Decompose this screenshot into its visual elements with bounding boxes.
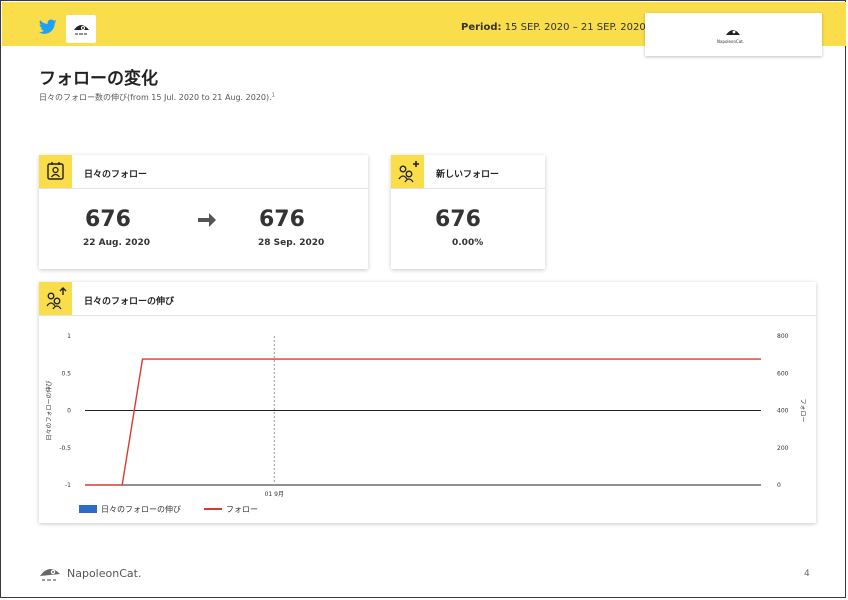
left-tick-label: -1 — [65, 482, 71, 489]
page-subtitle-text: 日々のフォロー数の伸び(from 15 Jul. 2020 to 21 Aug.… — [39, 93, 272, 102]
arrow-right-icon — [198, 213, 216, 227]
legend-label-growth: 日々のフォローの伸び — [101, 504, 181, 514]
legend-swatch-growth — [79, 505, 97, 513]
page-number: 4 — [804, 569, 810, 579]
right-axis-title: フォロー — [799, 398, 806, 422]
right-tick-label: 600 — [777, 370, 789, 377]
growth-chart: 01 9月10.50-0.5-18006004002000日々のフォローの伸びフ… — [45, 333, 806, 514]
right-tick-label: 400 — [777, 408, 789, 415]
napoleoncat-mini-icon — [74, 25, 89, 35]
footer-brand: NapoleonCat. — [67, 567, 142, 580]
daily-follow-card: 日々のフォロー 676 22 Aug. 2020 676 28 Sep. 202… — [39, 155, 368, 269]
left-tick-label: 0 — [67, 408, 71, 415]
left-tick-label: 1 — [67, 333, 71, 340]
daily-follow-title: 日々のフォロー — [84, 170, 148, 180]
end-follower-count: 676 — [259, 207, 305, 232]
client-logo-box: NapoleonCat. — [645, 13, 822, 56]
series-line-follow — [85, 358, 761, 486]
right-tick-label: 800 — [777, 333, 789, 340]
x-tick-label: 01 9月 — [265, 491, 284, 498]
right-tick-label: 0 — [777, 482, 781, 489]
new-follower-percent: 0.00% — [452, 238, 484, 248]
new-follow-card: 新しいフォロー 676 0.00% — [391, 155, 545, 269]
new-follower-count: 676 — [435, 207, 481, 232]
page-subtitle: 日々のフォロー数の伸び(from 15 Jul. 2020 to 21 Aug.… — [39, 92, 275, 103]
growth-chart-card: 日々のフォローの伸び 01 9月 1 0.5 0 -0.5 -1 800 600 400 200 0… — [39, 282, 816, 523]
twitter-icon — [39, 19, 57, 34]
start-follower-count: 676 — [85, 207, 131, 232]
right-tick-label: 200 — [777, 445, 789, 452]
napoleoncat-footer-icon — [40, 568, 60, 581]
profile-card-icon — [39, 155, 72, 188]
footnote-marker: 1 — [271, 92, 275, 99]
left-axis-title: 日々のフォローの伸び — [45, 380, 53, 440]
page-title: フォローの変化 — [39, 69, 158, 89]
start-date: 22 Aug. 2020 — [83, 238, 151, 248]
period-value: 15 SEP. 2020 – 21 SEP. 2020 — [504, 22, 646, 33]
end-date: 28 Sep. 2020 — [258, 238, 325, 248]
add-users-icon — [391, 155, 424, 188]
left-tick-label: 0.5 — [61, 370, 71, 377]
header-brand-logo — [66, 15, 96, 43]
napoleoncat-logo-icon — [726, 30, 740, 35]
new-follow-title: 新しいフォロー — [436, 170, 500, 180]
period-text: Period: 15 SEP. 2020 – 21 SEP. 2020 — [461, 22, 646, 33]
period-label: Period: — [461, 22, 502, 33]
card-header: 新しいフォロー — [391, 155, 545, 189]
left-tick-label: -0.5 — [59, 445, 71, 452]
client-logo-text: NapoleonCat. — [717, 39, 745, 44]
legend-label-follow: フォロー — [226, 505, 258, 514]
card-header: 日々のフォロー — [39, 155, 368, 189]
